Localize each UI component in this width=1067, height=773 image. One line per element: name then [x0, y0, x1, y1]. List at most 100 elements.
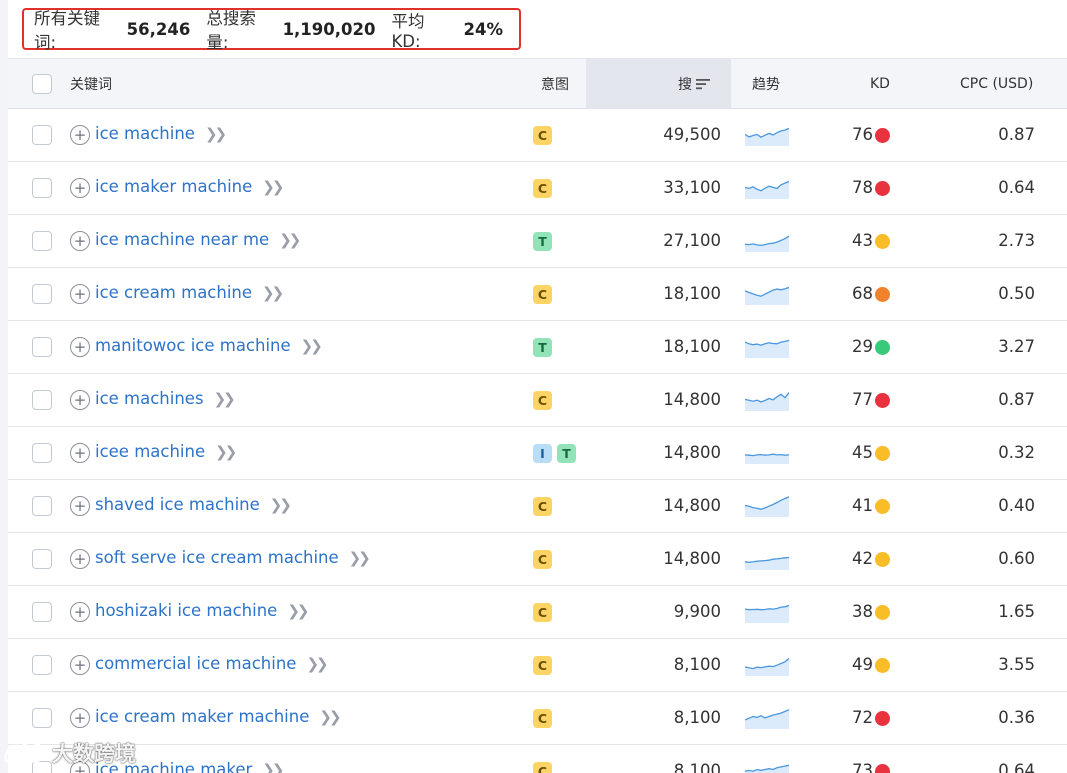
- add-keyword-icon[interactable]: +: [70, 337, 90, 357]
- kd-difficulty-dot: [875, 658, 890, 673]
- keyword-details-icon[interactable]: ❯❯: [215, 443, 237, 461]
- keyword-link[interactable]: ice maker machine ❯❯: [95, 177, 284, 196]
- add-keyword-icon[interactable]: +: [70, 655, 90, 675]
- column-cpc[interactable]: CPC (USD): [960, 59, 1033, 109]
- add-keyword-icon[interactable]: +: [70, 390, 90, 410]
- keyword-details-icon[interactable]: ❯❯: [214, 390, 236, 408]
- trend-line: [745, 453, 789, 457]
- keyword-link[interactable]: shaved ice machine ❯❯: [95, 495, 292, 514]
- cpc-value: 0.40: [998, 496, 1035, 515]
- trend-sparkline: [745, 657, 789, 676]
- column-intent[interactable]: 意图: [541, 59, 569, 109]
- row-checkbox[interactable]: [32, 496, 52, 516]
- cpc-value: 1.65: [998, 602, 1035, 621]
- keyword-details-icon[interactable]: ❯❯: [319, 708, 341, 726]
- keyword-link[interactable]: icee machine ❯❯: [95, 442, 237, 461]
- column-volume-label: 搜: [678, 77, 692, 93]
- trend-sparkline: [745, 286, 789, 305]
- add-keyword-icon[interactable]: +: [70, 178, 90, 198]
- kd-difficulty-dot: [875, 499, 890, 514]
- intent-badges: C: [533, 603, 552, 622]
- row-checkbox[interactable]: [32, 708, 52, 728]
- row-checkbox[interactable]: [32, 337, 52, 357]
- keyword-details-icon[interactable]: ❯❯: [301, 337, 323, 355]
- kd-value: 68: [852, 284, 873, 303]
- add-keyword-icon[interactable]: +: [70, 602, 90, 622]
- keyword-details-icon[interactable]: ❯❯: [349, 549, 371, 567]
- keyword-link[interactable]: soft serve ice cream machine ❯❯: [95, 548, 371, 567]
- search-volume: 14,800: [663, 496, 721, 515]
- column-volume[interactable]: 搜: [678, 59, 711, 109]
- keyword-details-icon[interactable]: ❯❯: [287, 602, 309, 620]
- intent-badges: C: [533, 391, 552, 410]
- add-keyword-icon[interactable]: +: [70, 284, 90, 304]
- search-volume: 9,900: [673, 602, 721, 621]
- keyword-details-icon[interactable]: ❯❯: [262, 284, 284, 302]
- watermark-text: 大数跨境: [52, 742, 136, 766]
- trend-sparkline: [745, 496, 789, 517]
- keyword-link[interactable]: hoshizaki ice machine ❯❯: [95, 601, 309, 620]
- keyword-link[interactable]: manitowoc ice machine ❯❯: [95, 336, 323, 355]
- column-keyword[interactable]: 关键词: [70, 59, 112, 109]
- row-checkbox[interactable]: [32, 655, 52, 675]
- row-checkbox[interactable]: [32, 178, 52, 198]
- keyword-details-icon[interactable]: ❯❯: [205, 125, 227, 143]
- sort-descending-icon: [696, 79, 710, 90]
- cpc-value: 0.64: [998, 761, 1035, 773]
- trend-area: [745, 605, 789, 623]
- row-checkbox[interactable]: [32, 443, 52, 463]
- keyword-details-icon[interactable]: ❯❯: [262, 178, 284, 196]
- add-keyword-icon[interactable]: +: [70, 708, 90, 728]
- add-keyword-icon[interactable]: +: [70, 549, 90, 569]
- row-checkbox[interactable]: [32, 549, 52, 569]
- cpc-value: 3.27: [998, 337, 1035, 356]
- trend-sparkline: [745, 709, 789, 729]
- add-keyword-icon[interactable]: +: [70, 125, 90, 145]
- cpc-value: 0.50: [998, 284, 1035, 303]
- table-row: + commercial ice machine ❯❯ C 8,100 49 3.…: [8, 639, 1067, 692]
- keyword-link[interactable]: ice machine ❯❯: [95, 124, 227, 143]
- row-checkbox[interactable]: [32, 284, 52, 304]
- cpc-value: 0.87: [998, 390, 1035, 409]
- column-kd[interactable]: KD: [870, 59, 890, 109]
- intent-badge: C: [533, 285, 552, 304]
- row-checkbox[interactable]: [32, 125, 52, 145]
- select-all-checkbox[interactable]: [32, 74, 52, 94]
- row-checkbox[interactable]: [32, 231, 52, 251]
- keyword-link[interactable]: ice machines ❯❯: [95, 389, 236, 408]
- kd-value: 77: [852, 390, 873, 409]
- add-keyword-icon[interactable]: +: [70, 496, 90, 516]
- search-volume: 49,500: [663, 125, 721, 144]
- trend-sparkline: [745, 127, 789, 146]
- add-keyword-icon[interactable]: +: [70, 443, 90, 463]
- keyword-link[interactable]: ice cream maker machine ❯❯: [95, 707, 342, 726]
- kd-value: 41: [852, 496, 873, 515]
- keyword-link[interactable]: ice cream machine ❯❯: [95, 283, 284, 302]
- cpc-value: 0.64: [998, 178, 1035, 197]
- intent-badge: T: [533, 232, 552, 251]
- kd-value: 38: [852, 602, 873, 621]
- intent-badge: C: [533, 391, 552, 410]
- column-trend[interactable]: 趋势: [752, 59, 780, 109]
- search-volume: 14,800: [663, 549, 721, 568]
- keyword-link[interactable]: commercial ice machine ❯❯: [95, 654, 329, 673]
- kd-difficulty-dot: [875, 764, 890, 773]
- keyword-link[interactable]: ice machine near me ❯❯: [95, 230, 301, 249]
- keyword-details-icon[interactable]: ❯❯: [262, 761, 284, 773]
- intent-badges: IT: [533, 444, 576, 463]
- table-row: + ice maker machine ❯❯ C 33,100 78 0.64: [8, 162, 1067, 215]
- avg-kd-label: 平均 KD:: [391, 11, 425, 51]
- table-row: + shaved ice machine ❯❯ C 14,800 41 0.40: [8, 480, 1067, 533]
- cpc-value: 0.32: [998, 443, 1035, 462]
- row-checkbox[interactable]: [32, 602, 52, 622]
- kd-value: 76: [852, 125, 873, 144]
- keyword-details-icon[interactable]: ❯❯: [270, 496, 292, 514]
- keyword-details-icon[interactable]: ❯❯: [279, 231, 301, 249]
- keyword-details-icon[interactable]: ❯❯: [306, 655, 328, 673]
- intent-badge: C: [533, 656, 552, 675]
- kd-value: 29: [852, 337, 873, 356]
- add-keyword-icon[interactable]: +: [70, 231, 90, 251]
- table-row: + hoshizaki ice machine ❯❯ C 9,900 38 1.6…: [8, 586, 1067, 639]
- kd-difficulty-dot: [875, 711, 890, 726]
- row-checkbox[interactable]: [32, 390, 52, 410]
